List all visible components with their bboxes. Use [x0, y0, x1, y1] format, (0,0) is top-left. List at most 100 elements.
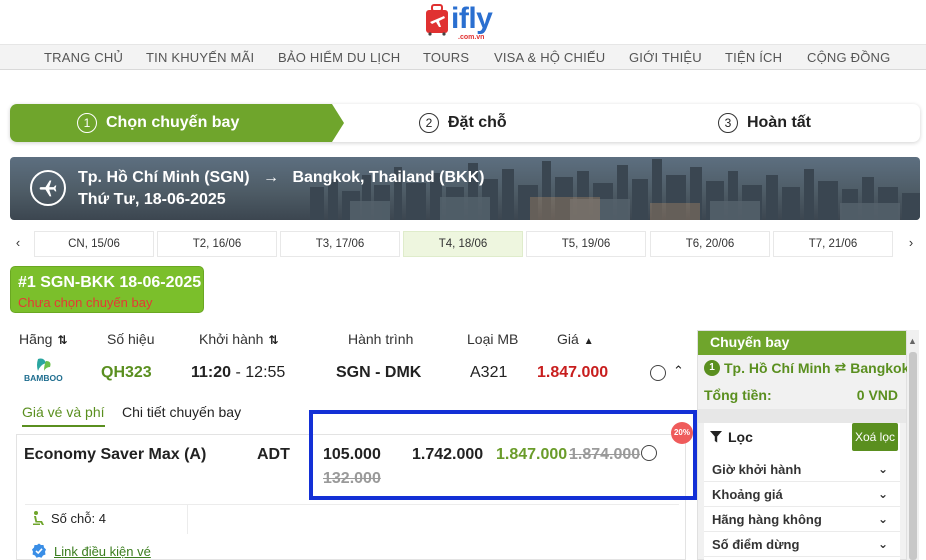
step-label: Hoàn tất	[747, 114, 811, 131]
date-tab[interactable]: T3, 17/06	[280, 231, 400, 257]
nav-item-home[interactable]: TRANG CHỦ	[44, 45, 123, 71]
route-arrow-icon: →	[262, 169, 279, 186]
highlight-box	[309, 410, 697, 500]
arrive-time: 12:55	[245, 364, 286, 381]
header-price-label: Giá	[557, 331, 579, 347]
filter-item-label: Số điểm dừng	[712, 537, 800, 552]
nav-item-visa[interactable]: VISA & HỘ CHIẾU	[494, 45, 605, 71]
swap-icon: ⇄	[834, 359, 847, 375]
filter-stops[interactable]: Số điểm dừng ⌄	[704, 532, 900, 557]
nav-item-tours[interactable]: TOURS	[423, 45, 469, 71]
header: ifly .com.vn	[0, 0, 926, 44]
airline-logo-text: BAMBOO	[24, 373, 63, 383]
step-number: 1	[77, 113, 97, 133]
trip-card[interactable]: #1 SGN-BKK 18-06-2025 Chưa chọn chuyến b…	[10, 266, 204, 313]
depart-time: 11:20	[191, 364, 232, 381]
filter-panel: Lọc Xoá lọc Giờ khởi hành ⌄ Khoảng giá ⌄ H…	[704, 423, 900, 560]
passenger-type: ADT	[257, 446, 290, 463]
filter-icon	[710, 431, 722, 443]
filter-departure-time[interactable]: Giờ khởi hành ⌄	[704, 457, 900, 482]
sidebar: Chuyến bay 1 Tp. Hồ Chí Minh ⇄ Bangkok T…	[697, 330, 910, 560]
sort-icon: ⇅	[268, 333, 279, 347]
filter-item-label: Giờ khởi hành	[712, 462, 802, 477]
flight-number: QH323	[101, 364, 152, 381]
step-booking: 2 Đặt chỗ	[419, 104, 507, 142]
nav-item-community[interactable]: CỘNG ĐỒNG	[807, 45, 890, 71]
tab-fare-and-fees[interactable]: Giá vé và phí	[22, 404, 105, 427]
tab-flight-details[interactable]: Chi tiết chuyến bay	[122, 404, 241, 420]
aircraft-type: A321	[470, 364, 508, 381]
header-flight-number: Số hiệu	[107, 331, 155, 347]
sort-icon: ⇅	[57, 333, 68, 347]
clear-filter-button[interactable]: Xoá lọc	[852, 423, 898, 451]
date-tab[interactable]: T2, 16/06	[157, 231, 277, 257]
chevron-down-icon: ⌄	[877, 487, 888, 501]
filter-price-range[interactable]: Khoảng giá ⌄	[704, 482, 900, 507]
prev-date-icon[interactable]: ‹	[10, 235, 26, 251]
nav-item-about[interactable]: GIỚI THIỆU	[629, 45, 702, 71]
header-departure[interactable]: Khởi hành ⇅	[199, 331, 279, 347]
total-value: 0 VND	[856, 387, 898, 403]
logo-text: ifly	[451, 2, 493, 35]
next-date-icon[interactable]: ›	[903, 235, 919, 251]
nav-item-utilities[interactable]: TIỆN ÍCH	[725, 45, 782, 71]
divider	[187, 504, 188, 534]
filter-label: Lọc	[728, 429, 753, 445]
date-tab[interactable]: CN, 15/06	[34, 231, 154, 257]
header-price[interactable]: Giá ▲	[557, 331, 594, 347]
logo-subtext: .com.vn	[458, 34, 485, 41]
header-departure-label: Khởi hành	[199, 331, 264, 347]
flight-row[interactable]: BAMBOO QH323 11:20 - 12:55 SGN - DMK A32…	[10, 352, 690, 394]
step-number: 2	[419, 113, 439, 133]
active-step-arrow	[332, 104, 344, 142]
filter-header: Lọc	[710, 429, 753, 445]
step-number: 3	[718, 113, 738, 133]
plane-icon	[30, 170, 66, 206]
header-aircraft: Loại MB	[467, 331, 519, 347]
nav-item-promotions[interactable]: TIN KHUYẾN MÃI	[146, 45, 254, 71]
verified-icon	[32, 543, 46, 558]
step-label: Đặt chỗ	[448, 114, 507, 131]
flight-price: 1.847.000	[537, 364, 609, 381]
total-label: Tổng tiền:	[704, 387, 772, 403]
nav-item-travel-insurance[interactable]: BẢO HIỂM DU LỊCH	[278, 45, 400, 71]
date-tab[interactable]: T7, 21/06	[773, 231, 893, 257]
step-label: Chọn chuyến bay	[106, 114, 240, 131]
sidebar-title: Chuyến bay	[698, 331, 906, 355]
flight-select-radio[interactable]	[650, 365, 666, 381]
filter-item-label: Hãng hàng không	[712, 512, 822, 527]
scroll-thumb[interactable]	[909, 352, 917, 560]
flight-times: 11:20 - 12:55	[191, 364, 285, 382]
chevron-down-icon: ⌄	[877, 537, 888, 551]
route-origin: Tp. Hồ Chí Minh (SGN)	[78, 169, 250, 186]
suitcase-icon	[424, 4, 450, 36]
seats-label: Số chỗ: 4	[51, 510, 106, 526]
divider	[25, 504, 679, 505]
filter-airline[interactable]: Hãng hàng không ⌄	[704, 507, 900, 532]
divider	[698, 409, 906, 423]
fare-conditions-label: Link điều kiện vé	[54, 543, 151, 559]
scroll-up-icon[interactable]: ▲	[908, 336, 917, 346]
route-date: Thứ Tư, 18-06-2025	[78, 191, 226, 208]
trip-title: #1 SGN-BKK 18-06-2025	[18, 274, 202, 291]
ifly-logo[interactable]: ifly .com.vn	[424, 2, 493, 42]
route-title: Tp. Hồ Chí Minh (SGN) → Bangkok, Thailan…	[78, 169, 484, 187]
booking-steps: 1 Chọn chuyến bay 2 Đặt chỗ 3 Hoàn tất	[10, 104, 920, 142]
fare-conditions-link[interactable]: Link điều kiện vé	[31, 543, 151, 559]
header-airline[interactable]: Hãng ⇅	[19, 331, 68, 347]
header-itinerary: Hành trình	[348, 331, 414, 347]
route-number-badge: 1	[704, 359, 720, 376]
filter-item-label: Khoảng giá	[712, 487, 783, 502]
step-select-flight: 1 Chọn chuyến bay	[77, 104, 239, 142]
time-separator: -	[235, 364, 241, 381]
flight-itinerary: SGN - DMK	[336, 364, 422, 381]
sidebar-scrollbar[interactable]: ▲	[907, 330, 919, 560]
date-tab[interactable]: T4, 18/06	[403, 231, 523, 257]
date-tab[interactable]: T6, 20/06	[650, 231, 770, 257]
sidebar-route-to: Bangkok	[850, 359, 910, 376]
city-skyline-image	[310, 159, 920, 220]
chevron-up-icon[interactable]: ⌃	[673, 363, 684, 379]
date-tab[interactable]: T5, 19/06	[526, 231, 646, 257]
date-selector: ‹ CN, 15/06 T2, 16/06 T3, 17/06 T4, 18/06 T5…	[10, 231, 920, 257]
route-destination: Bangkok, Thailand (BKK)	[292, 169, 485, 186]
